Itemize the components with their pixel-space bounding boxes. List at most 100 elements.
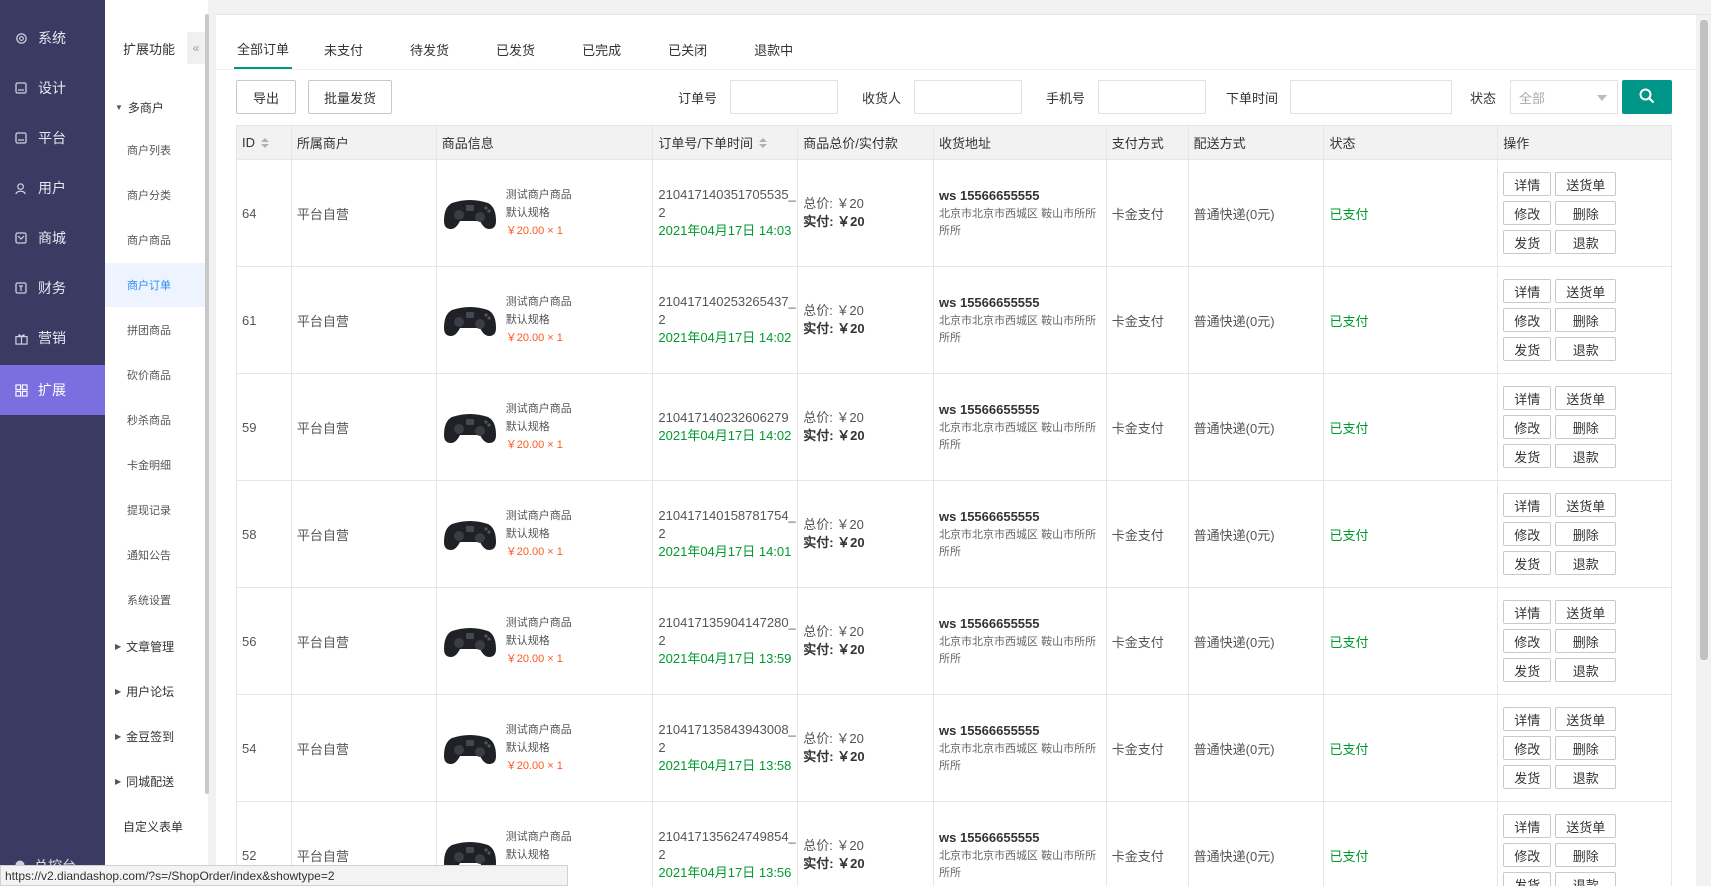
refund-button[interactable]: 退款 [1555,444,1617,468]
sidebar-item-marketing[interactable]: 营销 [0,313,105,363]
tab-unpaid[interactable]: 未支付 [324,29,363,69]
subnav-group-delivery[interactable]: ▶ 同城配送 [105,766,208,796]
edit-button[interactable]: 修改 [1503,522,1552,546]
sidebar-item-shop[interactable]: 商城 [0,213,105,263]
batch-ship-button[interactable]: 批量发货 [308,80,392,114]
subnav-item-seckill-goods[interactable]: 秒杀商品 [105,398,208,442]
detail-button[interactable]: 详情 [1503,707,1552,731]
subnav-group-forum[interactable]: ▶ 用户论坛 [105,676,208,706]
col-order[interactable]: 订单号/下单时间 [653,126,799,159]
edit-button[interactable]: 修改 [1503,843,1552,867]
refund-button[interactable]: 退款 [1555,230,1617,254]
sidebar-item-user[interactable]: 用户 [0,163,105,213]
subnav-group-signin[interactable]: ▶ 金豆签到 [105,721,208,751]
subnav-group-article[interactable]: ▶ 文章管理 [105,631,208,661]
header-label: ID [242,135,255,150]
refund-button[interactable]: 退款 [1555,765,1617,789]
tab-closed[interactable]: 已关闭 [668,29,707,69]
order-time-input[interactable] [1290,80,1452,114]
edit-button[interactable]: 修改 [1503,201,1552,225]
subnav-scrollbar[interactable] [205,14,209,794]
order-number: 210417135904147280_ [658,615,796,630]
ship-button[interactable]: 发货 [1503,337,1552,361]
product-name[interactable]: 测试商户商品 [506,293,572,311]
ship-button[interactable]: 发货 [1503,658,1552,682]
delete-button[interactable]: 删除 [1555,415,1617,439]
delivery-note-button[interactable]: 送货单 [1555,600,1617,624]
status-select[interactable]: 全部 [1510,80,1618,114]
sort-icon[interactable] [759,137,768,148]
subnav-item-merchant-category[interactable]: 商户分类 [105,173,208,217]
edit-button[interactable]: 修改 [1503,308,1552,332]
subnav-item-merchant-list[interactable]: 商户列表 [105,128,208,172]
delivery-note-button[interactable]: 送货单 [1555,386,1617,410]
edit-button[interactable]: 修改 [1503,415,1552,439]
tab-refunding[interactable]: 退款中 [754,29,793,69]
delivery-note-button[interactable]: 送货单 [1555,814,1617,838]
collapse-button[interactable]: « [187,32,205,64]
receiver-input[interactable] [914,80,1022,114]
sidebar-item-platform[interactable]: 平台 [0,113,105,163]
product-name[interactable]: 测试商户商品 [506,721,572,739]
edit-button[interactable]: 修改 [1503,736,1552,760]
delivery-note-button[interactable]: 送货单 [1555,493,1617,517]
delete-button[interactable]: 删除 [1555,522,1617,546]
sort-icon[interactable] [261,137,269,148]
delete-button[interactable]: 删除 [1555,843,1617,867]
subnav-item-bargain-goods[interactable]: 砍价商品 [105,353,208,397]
refund-button[interactable]: 退款 [1555,337,1617,361]
delete-button[interactable]: 删除 [1555,629,1617,653]
ship-button[interactable]: 发货 [1503,872,1552,886]
export-button[interactable]: 导出 [236,80,296,114]
subnav-item-merchant-goods[interactable]: 商户商品 [105,218,208,262]
detail-button[interactable]: 详情 [1503,600,1552,624]
detail-button[interactable]: 详情 [1503,279,1552,303]
sidebar-item-system[interactable]: 系统 [0,13,105,63]
sidebar-item-extend[interactable]: 扩展 [0,365,105,415]
detail-button[interactable]: 详情 [1503,493,1552,517]
phone-input[interactable] [1098,80,1206,114]
tab-all[interactable]: 全部订单 [234,29,293,69]
tab-to-ship[interactable]: 待发货 [410,29,449,69]
subnav-item-settings[interactable]: 系统设置 [105,578,208,622]
refund-button[interactable]: 退款 [1555,658,1617,682]
ship-button[interactable]: 发货 [1503,444,1552,468]
col-id[interactable]: ID [237,126,292,159]
delete-button[interactable]: 删除 [1555,201,1617,225]
detail-button[interactable]: 详情 [1503,172,1552,196]
search-button[interactable] [1622,80,1672,114]
tab-completed[interactable]: 已完成 [582,29,621,69]
refund-button[interactable]: 退款 [1555,872,1617,886]
product-name[interactable]: 测试商户商品 [506,186,572,204]
delivery-note-button[interactable]: 送货单 [1555,279,1617,303]
page-scrollbar[interactable] [1700,20,1708,660]
refund-button[interactable]: 退款 [1555,551,1617,575]
delivery-note-button[interactable]: 送货单 [1555,172,1617,196]
sidebar-item-finance[interactable]: 财务 [0,263,105,313]
detail-button[interactable]: 详情 [1503,386,1552,410]
subnav-item-group-goods[interactable]: 拼团商品 [105,308,208,352]
product-name[interactable]: 测试商户商品 [506,828,572,846]
subnav-item-custom-form[interactable]: 自定义表单 [105,811,208,841]
subnav-group-merchant[interactable]: ▼ 多商户 [105,92,208,122]
ship-button[interactable]: 发货 [1503,551,1552,575]
order-no-input[interactable] [730,80,838,114]
delivery-note-button[interactable]: 送货单 [1555,707,1617,731]
product-name[interactable]: 测试商户商品 [506,400,572,418]
edit-button[interactable]: 修改 [1503,629,1552,653]
detail-button[interactable]: 详情 [1503,814,1552,838]
delete-button[interactable]: 删除 [1555,308,1617,332]
tab-shipped[interactable]: 已发货 [496,29,535,69]
product-name[interactable]: 测试商户商品 [506,507,572,525]
subnav-item-merchant-orders[interactable]: 商户订单 [105,263,208,307]
subnav-item-card-detail[interactable]: 卡金明细 [105,443,208,487]
product-name[interactable]: 测试商户商品 [506,614,572,632]
sidebar-item-label: 扩展 [38,382,66,398]
delete-button[interactable]: 删除 [1555,736,1617,760]
ship-button[interactable]: 发货 [1503,765,1552,789]
subnav-item-withdraw[interactable]: 提现记录 [105,488,208,532]
ship-button[interactable]: 发货 [1503,230,1552,254]
subnav-item-notice[interactable]: 通知公告 [105,533,208,577]
cell-status: 已支付 [1324,481,1499,587]
sidebar-item-design[interactable]: 设计 [0,63,105,113]
